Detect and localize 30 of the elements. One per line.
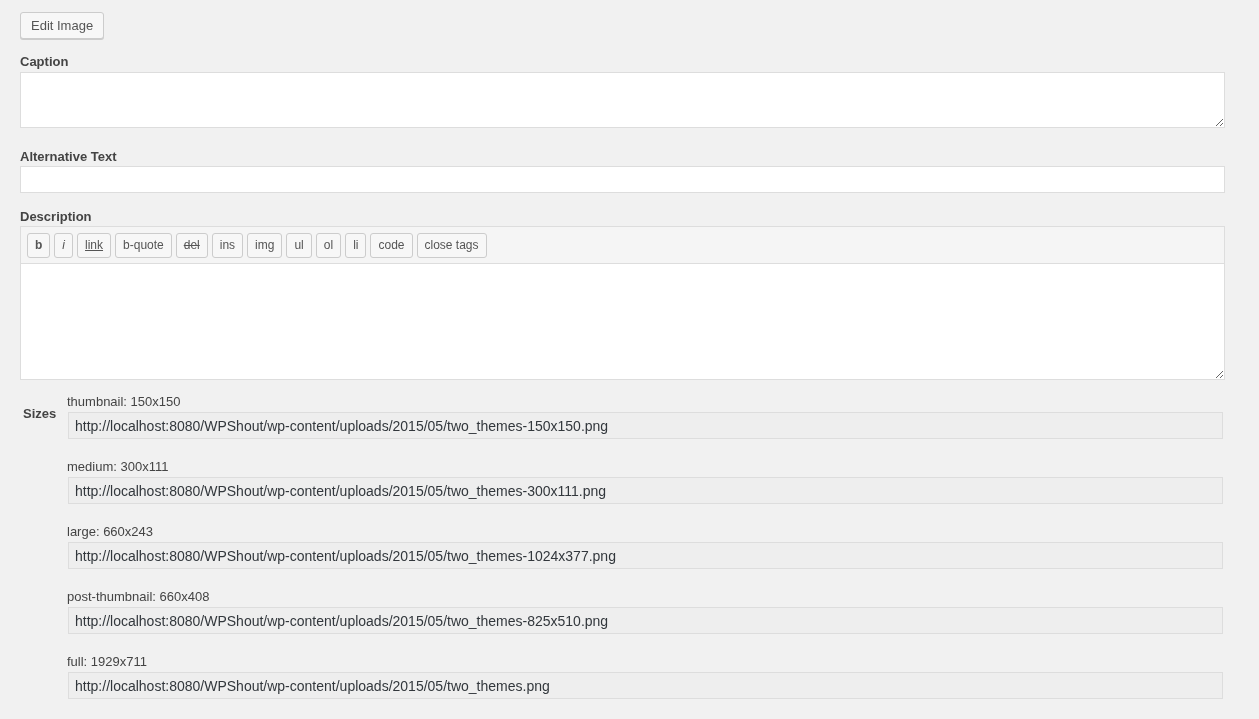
- edit-image-button[interactable]: Edit Image: [20, 12, 105, 39]
- format-button[interactable]: close tags: [416, 232, 487, 258]
- format-button[interactable]: li: [345, 232, 367, 258]
- format-button[interactable]: b: [27, 232, 51, 258]
- format-button[interactable]: img: [247, 232, 283, 258]
- alternative-text-field[interactable]: [20, 166, 1225, 193]
- field-label: Alternative Text: [20, 148, 118, 166]
- field-label: Description: [20, 208, 93, 226]
- caption-field[interactable]: [20, 72, 1225, 128]
- format-button[interactable]: ol: [315, 232, 342, 258]
- url-field[interactable]: http://localhost:8080/WPShout/wp-content/uploads/2015/05/two_themes.png: [68, 672, 1223, 699]
- url-field[interactable]: http://localhost:8080/WPShout/wp-content/uploads/2015/05/two_themes-1024x377.png: [68, 542, 1223, 569]
- format-button[interactable]: ul: [286, 232, 312, 258]
- size-label: full: 1929x711: [67, 653, 148, 671]
- size-label: medium: 300x111: [67, 458, 170, 476]
- url-field[interactable]: http://localhost:8080/WPShout/wp-content/uploads/2015/05/two_themes-150x150.png: [68, 412, 1223, 439]
- description-field[interactable]: [20, 263, 1225, 380]
- format-button[interactable]: ins: [211, 232, 244, 258]
- format-button[interactable]: i: [54, 232, 73, 258]
- size-label: thumbnail: 150x150: [67, 393, 182, 411]
- url-field[interactable]: http://localhost:8080/WPShout/wp-content/uploads/2015/05/two_themes-300x111.png: [68, 477, 1223, 504]
- size-label: post-thumbnail: 660x408: [67, 588, 211, 606]
- field-label: Sizes: [22, 405, 58, 423]
- format-button[interactable]: code: [370, 232, 413, 258]
- format-button[interactable]: link: [77, 232, 112, 258]
- format-button[interactable]: del: [175, 232, 208, 258]
- format-button[interactable]: b-quote: [115, 232, 172, 258]
- field-label: Caption: [20, 53, 70, 71]
- url-field[interactable]: http://localhost:8080/WPShout/wp-content/uploads/2015/05/two_themes-825x510.png: [68, 607, 1223, 634]
- size-label: large: 660x243: [67, 523, 154, 541]
